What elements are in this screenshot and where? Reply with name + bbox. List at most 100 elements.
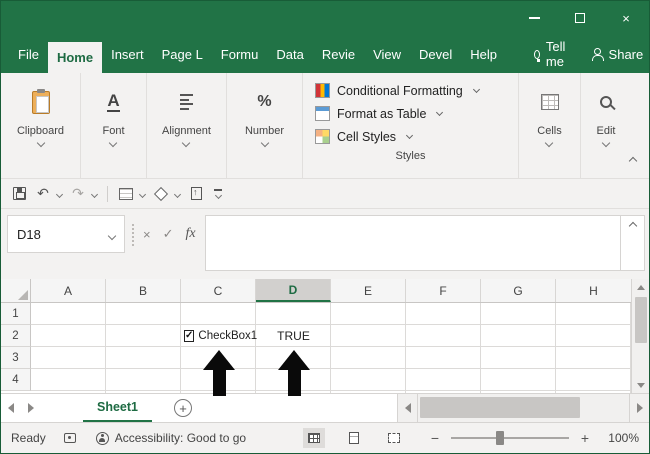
status-mode-label: Ready bbox=[11, 431, 46, 445]
shapes-dropdown-icon[interactable] bbox=[174, 191, 181, 198]
clipboard-dropdown-icon[interactable] bbox=[36, 139, 44, 147]
tab-formulas[interactable]: Formu bbox=[212, 35, 268, 73]
checkbox-label: CheckBox1 bbox=[198, 330, 257, 342]
row-header-4[interactable]: 4 bbox=[1, 369, 31, 391]
column-header-f[interactable]: F bbox=[406, 279, 481, 302]
accessibility-status[interactable]: Accessibility: Good to go bbox=[96, 431, 246, 445]
save-button[interactable] bbox=[9, 183, 29, 205]
redo-dropdown-icon[interactable] bbox=[91, 191, 98, 198]
tab-file[interactable]: File bbox=[9, 35, 48, 73]
macro-record-button[interactable] bbox=[64, 433, 76, 443]
select-all-button[interactable] bbox=[1, 279, 31, 302]
checkbox-checked-icon[interactable]: ✓ bbox=[184, 330, 194, 342]
row-header-1[interactable]: 1 bbox=[1, 303, 31, 325]
cell-d2[interactable]: TRUE bbox=[256, 325, 331, 347]
person-icon bbox=[591, 48, 603, 60]
zoom-slider-thumb[interactable] bbox=[496, 431, 504, 445]
formula-input[interactable] bbox=[205, 215, 621, 271]
close-button[interactable]: × bbox=[603, 1, 649, 35]
zoom-level-label[interactable]: 100% bbox=[603, 431, 639, 445]
draw-table-button[interactable] bbox=[116, 183, 136, 205]
scroll-right-button[interactable] bbox=[629, 394, 649, 422]
number-format-button[interactable]: % bbox=[257, 83, 271, 121]
find-select-button[interactable] bbox=[600, 83, 612, 121]
vertical-scrollbar[interactable] bbox=[631, 279, 649, 393]
title-bar: × bbox=[1, 1, 649, 35]
tab-page-layout[interactable]: Page L bbox=[153, 35, 212, 73]
cell-c2[interactable]: ✓ CheckBox1 bbox=[181, 325, 256, 347]
zoom-out-button[interactable]: − bbox=[427, 430, 443, 446]
undo-dropdown-icon[interactable] bbox=[56, 191, 63, 198]
column-header-g[interactable]: G bbox=[481, 279, 556, 302]
column-header-c[interactable]: C bbox=[181, 279, 256, 302]
customize-quick-access-button[interactable] bbox=[214, 189, 222, 198]
scroll-down-button[interactable] bbox=[632, 377, 649, 393]
alignment-group-footer: Alignment bbox=[162, 125, 211, 146]
cells-dropdown-icon[interactable] bbox=[545, 139, 553, 147]
tab-help[interactable]: Help bbox=[461, 35, 506, 73]
zoom-in-button[interactable]: + bbox=[577, 430, 593, 446]
number-dropdown-icon[interactable] bbox=[260, 139, 268, 147]
column-header-a[interactable]: A bbox=[31, 279, 106, 302]
tab-home[interactable]: Home bbox=[48, 42, 102, 73]
font-button[interactable]: A bbox=[107, 83, 119, 121]
paste-button[interactable] bbox=[32, 83, 50, 121]
cells-button[interactable] bbox=[541, 83, 559, 121]
customize-dropdown-icon bbox=[214, 192, 221, 199]
horizontal-scrollbar-thumb[interactable] bbox=[420, 397, 580, 418]
maximize-button[interactable] bbox=[557, 1, 603, 35]
minimize-button[interactable] bbox=[511, 1, 557, 35]
enter-button[interactable]: ✓ bbox=[163, 226, 174, 242]
redo-button[interactable]: ↷ bbox=[68, 183, 88, 205]
collapse-ribbon-button[interactable] bbox=[626, 154, 640, 168]
vertical-scrollbar-thumb[interactable] bbox=[635, 297, 647, 343]
horizontal-scrollbar[interactable] bbox=[397, 394, 649, 422]
zoom-slider[interactable] bbox=[451, 437, 569, 439]
tab-developer[interactable]: Devel bbox=[410, 35, 461, 73]
clipboard-upload-button[interactable] bbox=[186, 183, 206, 205]
new-sheet-button[interactable]: + bbox=[174, 399, 192, 417]
sheet-tab-sheet1[interactable]: Sheet1 bbox=[83, 394, 152, 422]
shapes-button[interactable] bbox=[151, 183, 171, 205]
tab-review[interactable]: Revie bbox=[313, 35, 364, 73]
font-dropdown-icon[interactable] bbox=[109, 139, 117, 147]
draw-table-dropdown-icon[interactable] bbox=[139, 191, 146, 198]
scroll-left-button[interactable] bbox=[398, 394, 418, 422]
column-header-h[interactable]: H bbox=[556, 279, 631, 302]
insert-function-button[interactable]: fx bbox=[186, 226, 196, 242]
tab-view[interactable]: View bbox=[364, 35, 410, 73]
formula-bar-collapse-button[interactable] bbox=[621, 215, 645, 271]
formula-bar: D18 × ✓ fx bbox=[1, 209, 649, 279]
horizontal-scrollbar-track[interactable] bbox=[418, 394, 629, 422]
column-header-d[interactable]: D bbox=[256, 279, 331, 302]
cells-area[interactable]: ✓ CheckBox1 TRUE bbox=[31, 303, 631, 393]
alignment-group-label: Alignment bbox=[162, 125, 211, 137]
share-button[interactable]: Share bbox=[579, 35, 650, 73]
name-box-dropdown-icon[interactable] bbox=[108, 231, 116, 239]
row-header-2[interactable]: 2 bbox=[1, 325, 31, 347]
column-header-e[interactable]: E bbox=[331, 279, 406, 302]
normal-view-button[interactable] bbox=[303, 428, 325, 448]
editing-dropdown-icon[interactable] bbox=[602, 139, 610, 147]
tab-data[interactable]: Data bbox=[267, 35, 312, 73]
name-box[interactable]: D18 bbox=[7, 215, 125, 253]
tell-me-button[interactable]: Tell me bbox=[524, 35, 579, 73]
page-layout-view-button[interactable] bbox=[343, 428, 365, 448]
format-as-table-button[interactable]: Format as Table bbox=[315, 102, 506, 125]
conditional-formatting-button[interactable]: Conditional Formatting bbox=[315, 79, 506, 102]
format-as-table-icon bbox=[315, 106, 330, 121]
scroll-up-button[interactable] bbox=[632, 279, 649, 295]
page-break-view-button[interactable] bbox=[383, 428, 405, 448]
cell-styles-button[interactable]: Cell Styles bbox=[315, 125, 506, 148]
cancel-button[interactable]: × bbox=[143, 227, 151, 242]
previous-sheet-button[interactable] bbox=[1, 394, 21, 422]
chevron-up-icon bbox=[629, 157, 637, 165]
alignment-dropdown-icon[interactable] bbox=[182, 139, 190, 147]
alignment-button[interactable] bbox=[180, 83, 193, 121]
next-sheet-button[interactable] bbox=[21, 394, 41, 422]
column-header-b[interactable]: B bbox=[106, 279, 181, 302]
row-header-3[interactable]: 3 bbox=[1, 347, 31, 369]
styles-group: Conditional Formatting Format as Table C… bbox=[303, 73, 519, 178]
undo-button[interactable]: ↶ bbox=[33, 183, 53, 205]
tab-insert[interactable]: Insert bbox=[102, 35, 153, 73]
